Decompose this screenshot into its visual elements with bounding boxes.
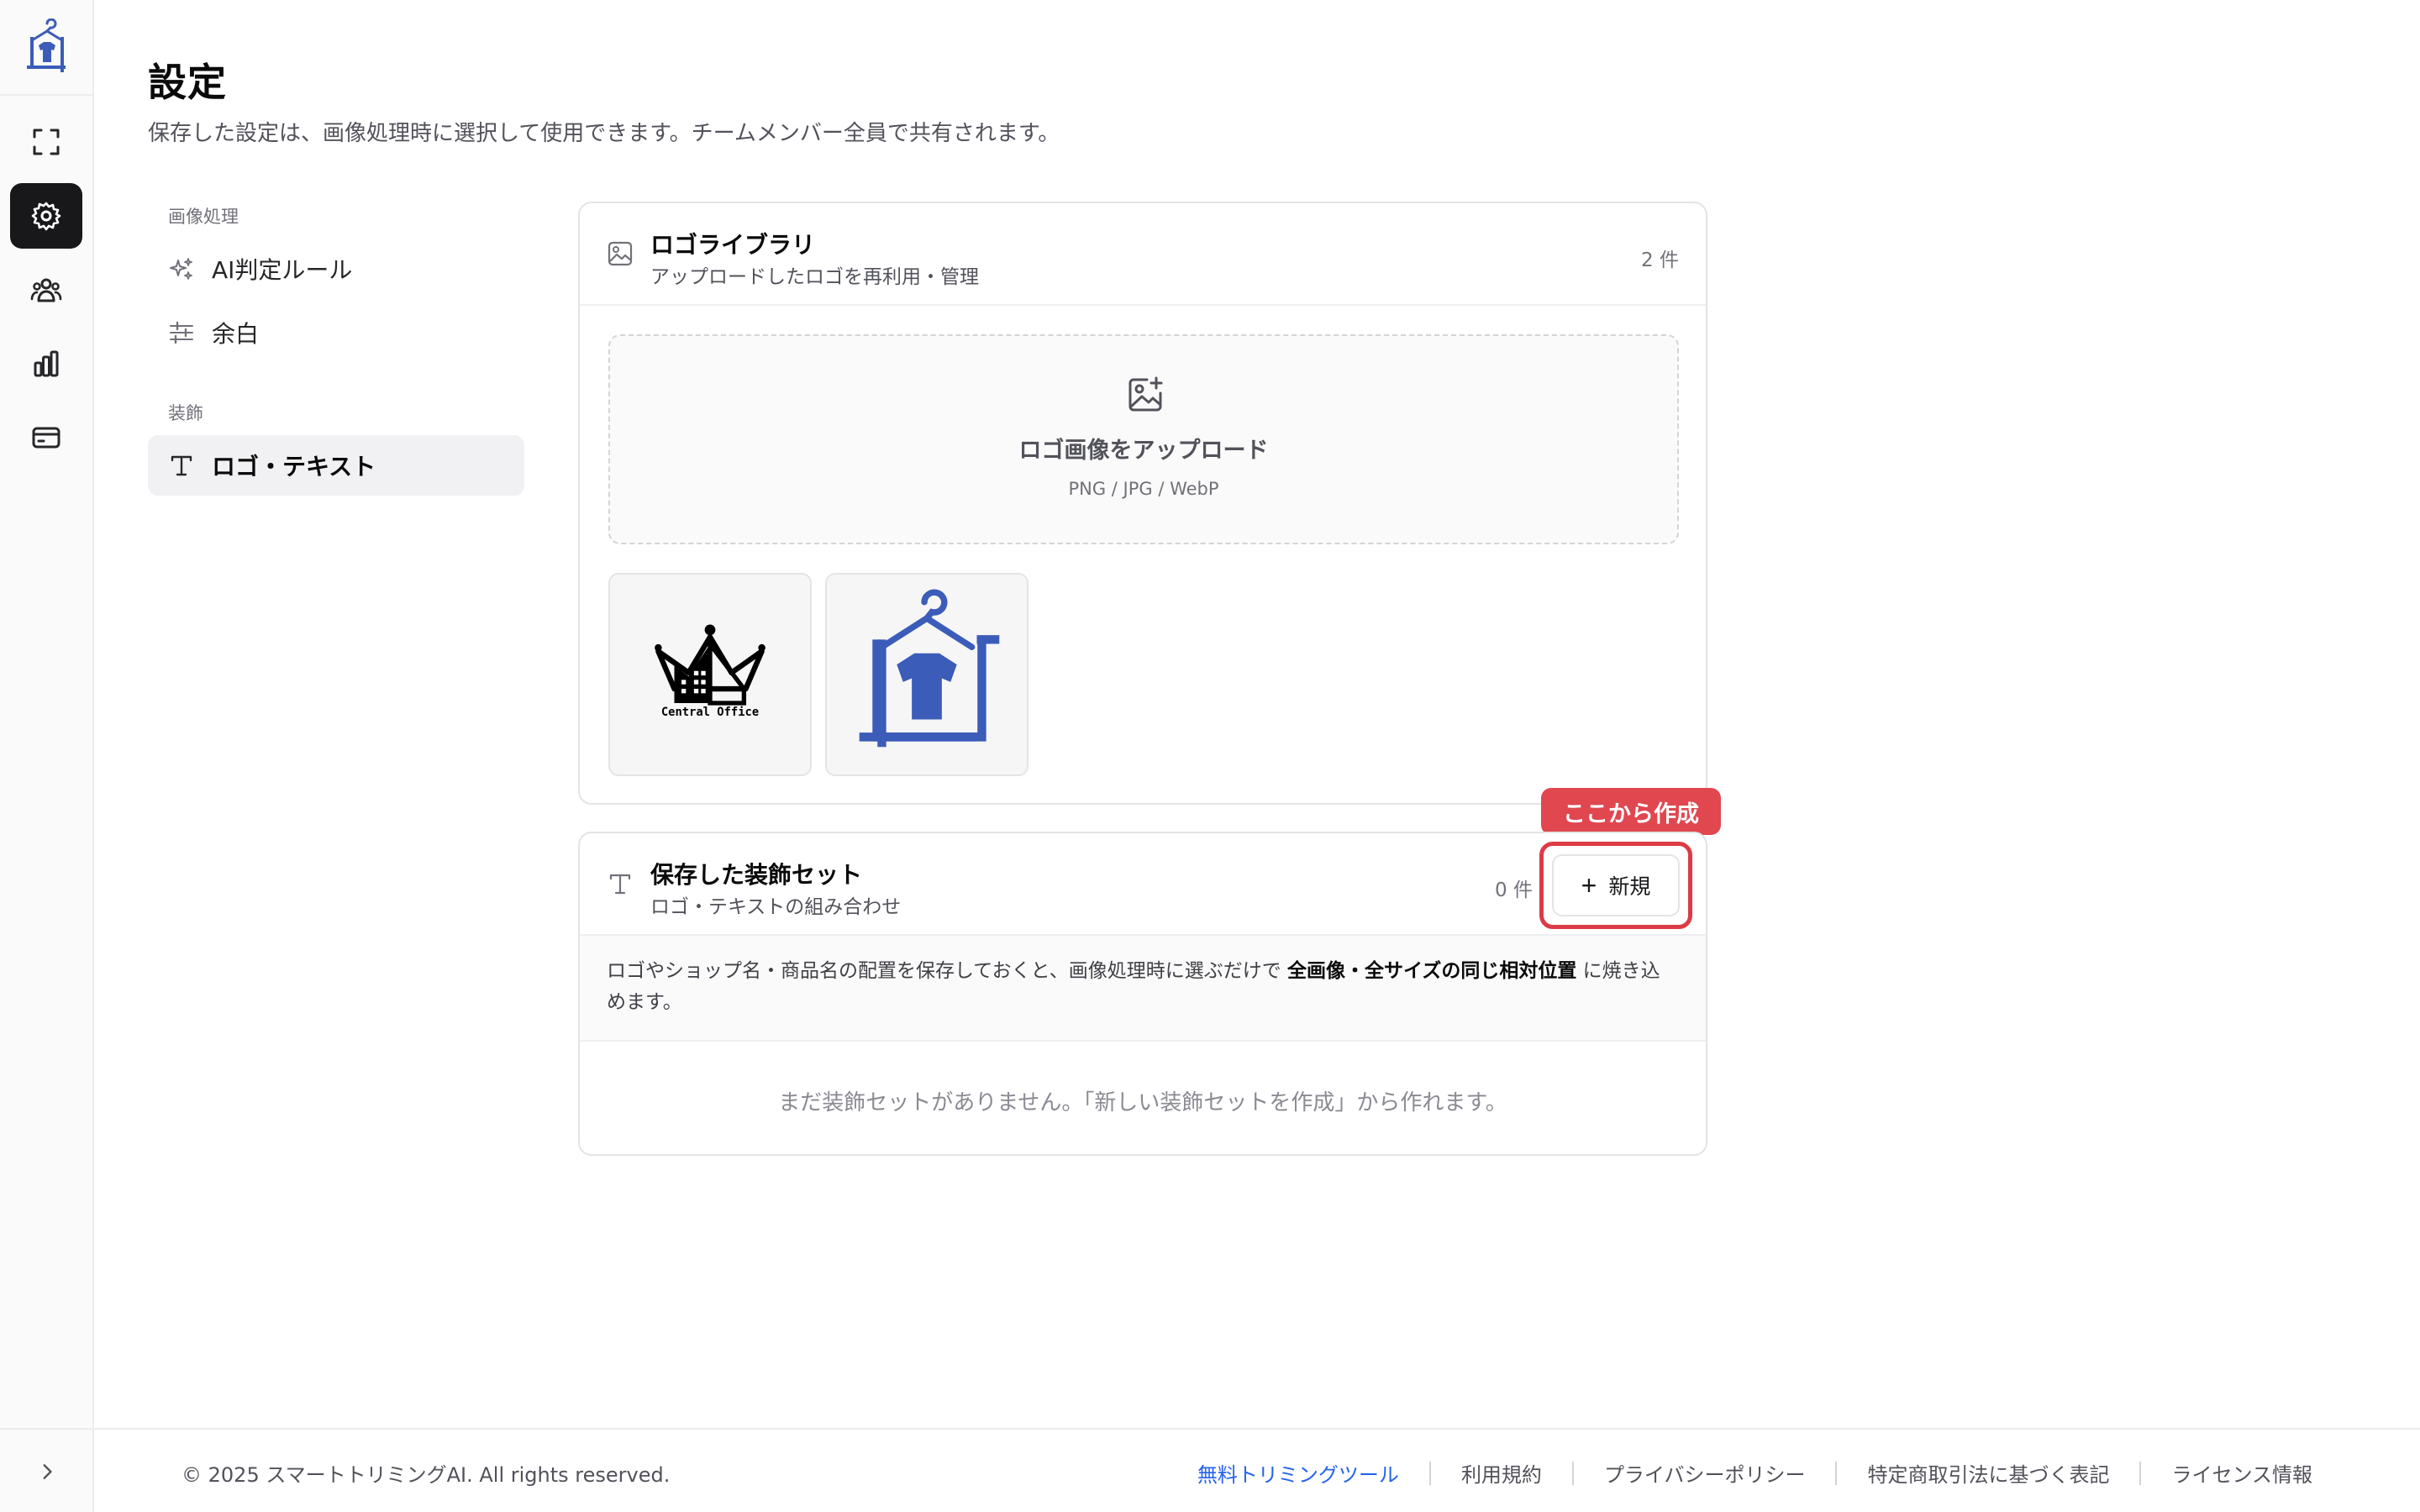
- nav-crop[interactable]: [10, 109, 82, 175]
- rail-divider: [0, 94, 92, 96]
- footer-divider: [1571, 1461, 1574, 1485]
- card-title: 保存した装飾セット: [650, 861, 863, 889]
- logo-library-card: ロゴライブラリ アップロードしたロゴを再利用・管理 2 件 ロゴ画像をアップロー…: [578, 202, 1707, 805]
- subnav-item-margin[interactable]: 余白: [148, 302, 524, 363]
- subnav-item-label: ロゴ・テキスト: [212, 453, 376, 480]
- card-header: ロゴライブラリ アップロードしたロゴを再利用・管理 2 件: [580, 203, 1706, 306]
- footer-divider: [2139, 1461, 2142, 1485]
- footer-link-license[interactable]: ライセンス情報: [2171, 1458, 2312, 1488]
- footer-divider: [1835, 1461, 1838, 1485]
- nav-team[interactable]: [10, 257, 82, 323]
- app-logo-icon[interactable]: [24, 18, 71, 76]
- subnav-item-logo-text[interactable]: ロゴ・テキスト: [148, 435, 524, 496]
- subnav-item-label: AI判定ルール: [212, 256, 353, 284]
- nav-analytics[interactable]: [10, 331, 82, 396]
- copyright: © 2025 スマートトリミングAI. All rights reserved.: [182, 1463, 671, 1487]
- decoration-description: ロゴやショップ名・商品名の配置を保存しておくと、画像処理時に選ぶだけで 全画像・…: [580, 936, 1706, 1042]
- footer-link-commerce-law[interactable]: 特定商取引法に基づく表記: [1867, 1458, 2109, 1488]
- users-icon: [30, 278, 62, 302]
- footer-link-privacy[interactable]: プライバシーポリシー: [1604, 1458, 1806, 1488]
- logo-caption: Central Office: [661, 706, 759, 719]
- text-type-icon: [607, 870, 634, 897]
- card-header: 保存した装飾セット ロゴ・テキストの組み合わせ 0 件 + 新規: [580, 833, 1706, 936]
- sparkles-icon: [168, 255, 195, 282]
- footer-links: 無料トリミングツール 利用規約 プライバシーポリシー 特定商取引法に基づく表記 …: [1197, 1458, 2312, 1488]
- credit-card-icon: [32, 427, 60, 449]
- gear-icon: [31, 202, 61, 231]
- card-subtitle: アップロードしたロゴを再利用・管理: [650, 266, 979, 288]
- create-here-callout: ここから作成: [1541, 788, 1721, 843]
- footer-link-free-trim-tool[interactable]: 無料トリミングツール: [1197, 1458, 1399, 1488]
- bar-chart-icon: [34, 350, 59, 377]
- page-title: 設定: [148, 60, 227, 105]
- logo-thumbnail-hanger[interactable]: [825, 573, 1028, 776]
- footer-link-terms[interactable]: 利用規約: [1461, 1458, 1542, 1488]
- card-subtitle: ロゴ・テキストの組み合わせ: [650, 896, 902, 918]
- new-decoration-set-button[interactable]: + 新規: [1552, 854, 1680, 916]
- page-subtitle: 保存した設定は、画像処理時に選択して使用できます。チームメンバー全員で共有されま…: [148, 121, 1060, 146]
- logo-thumbnail-central-office[interactable]: Central Office: [608, 573, 812, 776]
- hanger-tshirt-logo: [859, 589, 1000, 748]
- crop-frame-icon: [33, 129, 60, 155]
- subnav-group-decoration: 装飾: [168, 403, 203, 423]
- rail-divider-bottom: [0, 1428, 92, 1430]
- desc-text: ロゴやショップ名・商品名の配置を保存しておくと、画像処理時に選ぶだけで: [607, 960, 1288, 982]
- plus-icon: +: [1581, 870, 1597, 900]
- image-icon: [607, 240, 634, 267]
- desc-emphasis: 全画像・全サイズの同じ相対位置: [1287, 960, 1577, 982]
- central-office-logo: Central Office: [655, 624, 765, 719]
- empty-state-message: まだ装飾セットがありません。「新しい装飾セットを作成」から作れます。: [778, 1089, 1507, 1116]
- nav-settings[interactable]: [10, 183, 82, 249]
- logo-upload-dropzone[interactable]: ロゴ画像をアップロード PNG / JPG / WebP: [608, 334, 1679, 544]
- footer-divider: [1428, 1461, 1431, 1485]
- decoration-sets-card: 保存した装飾セット ロゴ・テキストの組み合わせ 0 件 + 新規 ロゴやショップ…: [578, 832, 1707, 1156]
- subnav-item-ai-rules[interactable]: AI判定ルール: [148, 239, 524, 299]
- sliders-icon: [168, 319, 195, 346]
- expand-sidebar-button[interactable]: [30, 1455, 64, 1488]
- footer: © 2025 スマートトリミングAI. All rights reserved.…: [94, 1428, 2420, 1512]
- nav-billing[interactable]: [10, 405, 82, 470]
- upload-label: ロゴ画像をアップロード: [1018, 438, 1269, 464]
- image-plus-icon: [1125, 375, 1165, 415]
- button-label: 新規: [1608, 875, 1651, 899]
- card-title: ロゴライブラリ: [650, 231, 816, 259]
- subnav-group-image-processing: 画像処理: [168, 207, 239, 227]
- upload-file-types: PNG / JPG / WebP: [1068, 479, 1219, 499]
- text-type-icon: [168, 452, 195, 479]
- item-count: 0 件: [1495, 879, 1533, 901]
- icon-rail: [0, 0, 94, 1512]
- subnav-item-label: 余白: [212, 320, 260, 348]
- highlight-ring: + 新規: [1539, 842, 1692, 929]
- chevron-right-icon: [43, 1464, 52, 1479]
- item-count: 2 件: [1641, 249, 1679, 271]
